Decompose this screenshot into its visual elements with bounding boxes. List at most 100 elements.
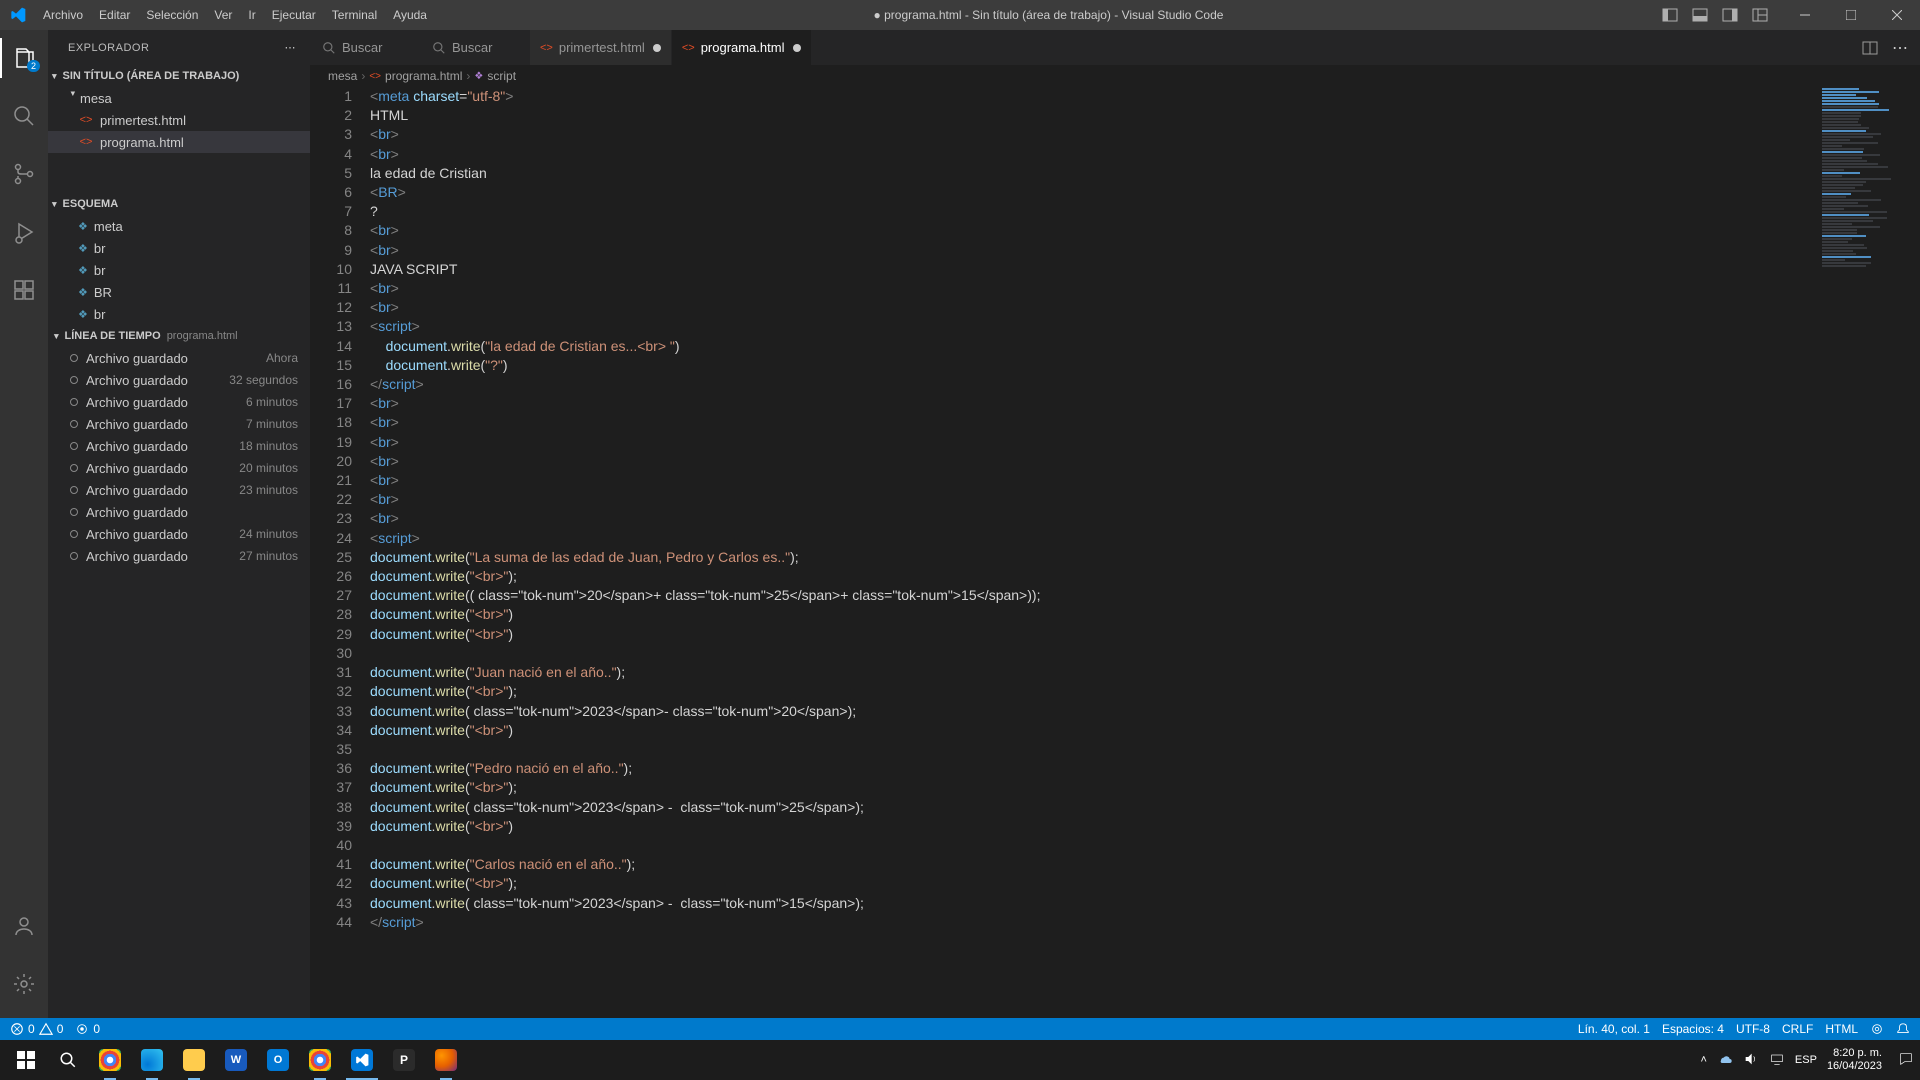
tray-volume-icon[interactable] xyxy=(1743,1051,1759,1070)
close-button[interactable] xyxy=(1874,0,1920,30)
timeline-item[interactable]: Archivo guardado6 minutos xyxy=(48,391,310,413)
taskbar-search[interactable] xyxy=(48,1040,88,1080)
timeline-item[interactable]: Archivo guardado27 minutos xyxy=(48,545,310,567)
timeline-label: Archivo guardado xyxy=(86,505,188,520)
taskbar-word[interactable]: W xyxy=(216,1040,256,1080)
explorer-badge: 2 xyxy=(27,60,40,72)
outline-item[interactable]: ❖br xyxy=(48,303,310,325)
status-errors[interactable]: 0 0 xyxy=(10,1022,63,1036)
breadcrumbs[interactable]: mesa › <> programa.html › ❖ script xyxy=(310,65,1920,87)
search-tab-2[interactable]: Buscar xyxy=(420,30,530,65)
menu-terminal[interactable]: Terminal xyxy=(324,0,385,30)
start-button[interactable] xyxy=(6,1040,46,1080)
code-editor[interactable]: 1 2 3 4 5 6 7 8 9 10 11 12 13 14 15 16 1… xyxy=(310,87,1920,1018)
activity-explorer[interactable]: 2 xyxy=(0,38,48,78)
timeline-item[interactable]: Archivo guardado23 minutos xyxy=(48,479,310,501)
menu-ver[interactable]: Ver xyxy=(206,0,240,30)
file-row-programa[interactable]: <>programa.html xyxy=(48,131,310,153)
activity-settings[interactable] xyxy=(0,964,48,1004)
activity-search[interactable] xyxy=(0,96,48,136)
activity-source-control[interactable] xyxy=(0,154,48,194)
minimap[interactable] xyxy=(1816,87,1906,1018)
workspace-section[interactable]: ▸SIN TÍTULO (ÁREA DE TRABAJO) xyxy=(48,65,310,87)
timeline-item[interactable]: Archivo guardado xyxy=(48,501,310,523)
status-feedback-icon[interactable] xyxy=(1870,1022,1884,1036)
activity-extensions[interactable] xyxy=(0,270,48,310)
taskbar-vscode[interactable] xyxy=(342,1040,382,1080)
tray-notifications-icon[interactable] xyxy=(1898,1051,1914,1070)
folder-row[interactable]: ▸mesa xyxy=(48,87,310,109)
menu-selección[interactable]: Selección xyxy=(138,0,206,30)
html-file-icon: <> xyxy=(78,112,94,128)
taskbar-chrome-canary[interactable] xyxy=(300,1040,340,1080)
unsaved-dot-icon xyxy=(653,44,661,52)
error-count: 0 xyxy=(28,1022,35,1036)
search-tab-1[interactable]: Buscar xyxy=(310,30,420,65)
timeline-dot-icon xyxy=(70,354,78,362)
taskbar-file-explorer[interactable] xyxy=(174,1040,214,1080)
layout-customize-icon[interactable] xyxy=(1752,7,1768,23)
status-ports[interactable]: 0 xyxy=(75,1022,100,1036)
status-language[interactable]: HTML xyxy=(1825,1022,1858,1036)
split-editor-icon[interactable] xyxy=(1862,40,1878,56)
taskbar-chrome[interactable] xyxy=(90,1040,130,1080)
menu-editar[interactable]: Editar xyxy=(91,0,138,30)
outline-item[interactable]: ❖br xyxy=(48,237,310,259)
timeline-item[interactable]: Archivo guardado18 minutos xyxy=(48,435,310,457)
file-row-primertest[interactable]: <>primertest.html xyxy=(48,109,310,131)
code-content[interactable]: <meta charset="utf-8"> HTML <br> <br> la… xyxy=(370,87,1920,1018)
timeline-time: 32 segundos xyxy=(229,373,298,387)
timeline-item[interactable]: Archivo guardado32 segundos xyxy=(48,369,310,391)
status-bar: 0 0 0 Lín. 40, col. 1 Espacios: 4 UTF-8 … xyxy=(0,1018,1920,1040)
sidebar: EXPLORADOR ⋯ ▸SIN TÍTULO (ÁREA DE TRABAJ… xyxy=(48,30,310,1018)
menu-archivo[interactable]: Archivo xyxy=(35,0,91,30)
taskbar-outlook[interactable]: O xyxy=(258,1040,298,1080)
taskbar-app-p[interactable]: P xyxy=(384,1040,424,1080)
activity-account[interactable] xyxy=(0,906,48,946)
menu-bar: ArchivoEditarSelecciónVerIrEjecutarTermi… xyxy=(35,0,435,30)
breadcrumb-file[interactable]: programa.html xyxy=(385,69,462,83)
layout-panel-right-icon[interactable] xyxy=(1722,7,1738,23)
layout-panel-bottom-icon[interactable] xyxy=(1692,7,1708,23)
outline-label: BR xyxy=(94,285,112,300)
outline-item[interactable]: ❖meta xyxy=(48,215,310,237)
menu-ir[interactable]: Ir xyxy=(240,0,263,30)
timeline-item[interactable]: Archivo guardadoAhora xyxy=(48,347,310,369)
breadcrumb-folder[interactable]: mesa xyxy=(328,69,357,83)
activity-bar: 2 xyxy=(0,30,48,1018)
status-spaces[interactable]: Espacios: 4 xyxy=(1662,1022,1724,1036)
tray-network-icon[interactable] xyxy=(1769,1051,1785,1070)
layout-panel-left-icon[interactable] xyxy=(1662,7,1678,23)
tray-language[interactable]: ESP xyxy=(1795,1054,1817,1066)
timeline-item[interactable]: Archivo guardado24 minutos xyxy=(48,523,310,545)
tab-programa[interactable]: <> programa.html xyxy=(672,30,812,65)
timeline-time: 27 minutos xyxy=(239,549,298,563)
minimize-button[interactable] xyxy=(1782,0,1828,30)
outline-item[interactable]: ❖br xyxy=(48,259,310,281)
status-bell-icon[interactable] xyxy=(1896,1022,1910,1036)
tray-onedrive-icon[interactable] xyxy=(1717,1051,1733,1070)
menu-ejecutar[interactable]: Ejecutar xyxy=(264,0,324,30)
status-line-col[interactable]: Lín. 40, col. 1 xyxy=(1578,1022,1650,1036)
activity-debug[interactable] xyxy=(0,212,48,252)
breadcrumb-symbol[interactable]: script xyxy=(487,69,516,83)
tab-more-icon[interactable]: ⋯ xyxy=(1892,38,1908,58)
timeline-item[interactable]: Archivo guardado20 minutos xyxy=(48,457,310,479)
menu-ayuda[interactable]: Ayuda xyxy=(385,0,435,30)
taskbar-edge[interactable] xyxy=(132,1040,172,1080)
status-eol[interactable]: CRLF xyxy=(1782,1022,1813,1036)
title-bar: ArchivoEditarSelecciónVerIrEjecutarTermi… xyxy=(0,0,1920,30)
status-encoding[interactable]: UTF-8 xyxy=(1736,1022,1770,1036)
timeline-section[interactable]: ▸LÍNEA DE TIEMPOprograma.html xyxy=(48,325,310,347)
tab-primertest[interactable]: <> primertest.html xyxy=(530,30,672,65)
timeline-time: 7 minutos xyxy=(246,417,298,431)
timeline-item[interactable]: Archivo guardado7 minutos xyxy=(48,413,310,435)
outline-item[interactable]: ❖BR xyxy=(48,281,310,303)
outline-section[interactable]: ▸ESQUEMA xyxy=(48,193,310,215)
tray-chevron-icon[interactable]: ˄ xyxy=(1700,1054,1706,1066)
sidebar-more-icon[interactable]: ⋯ xyxy=(285,41,297,54)
maximize-button[interactable] xyxy=(1828,0,1874,30)
taskbar-firefox[interactable] xyxy=(426,1040,466,1080)
tabs-row: Buscar Buscar <> primertest.html <> prog… xyxy=(310,30,1920,65)
tray-clock[interactable]: 8:20 p. m. 16/04/2023 xyxy=(1827,1047,1888,1073)
